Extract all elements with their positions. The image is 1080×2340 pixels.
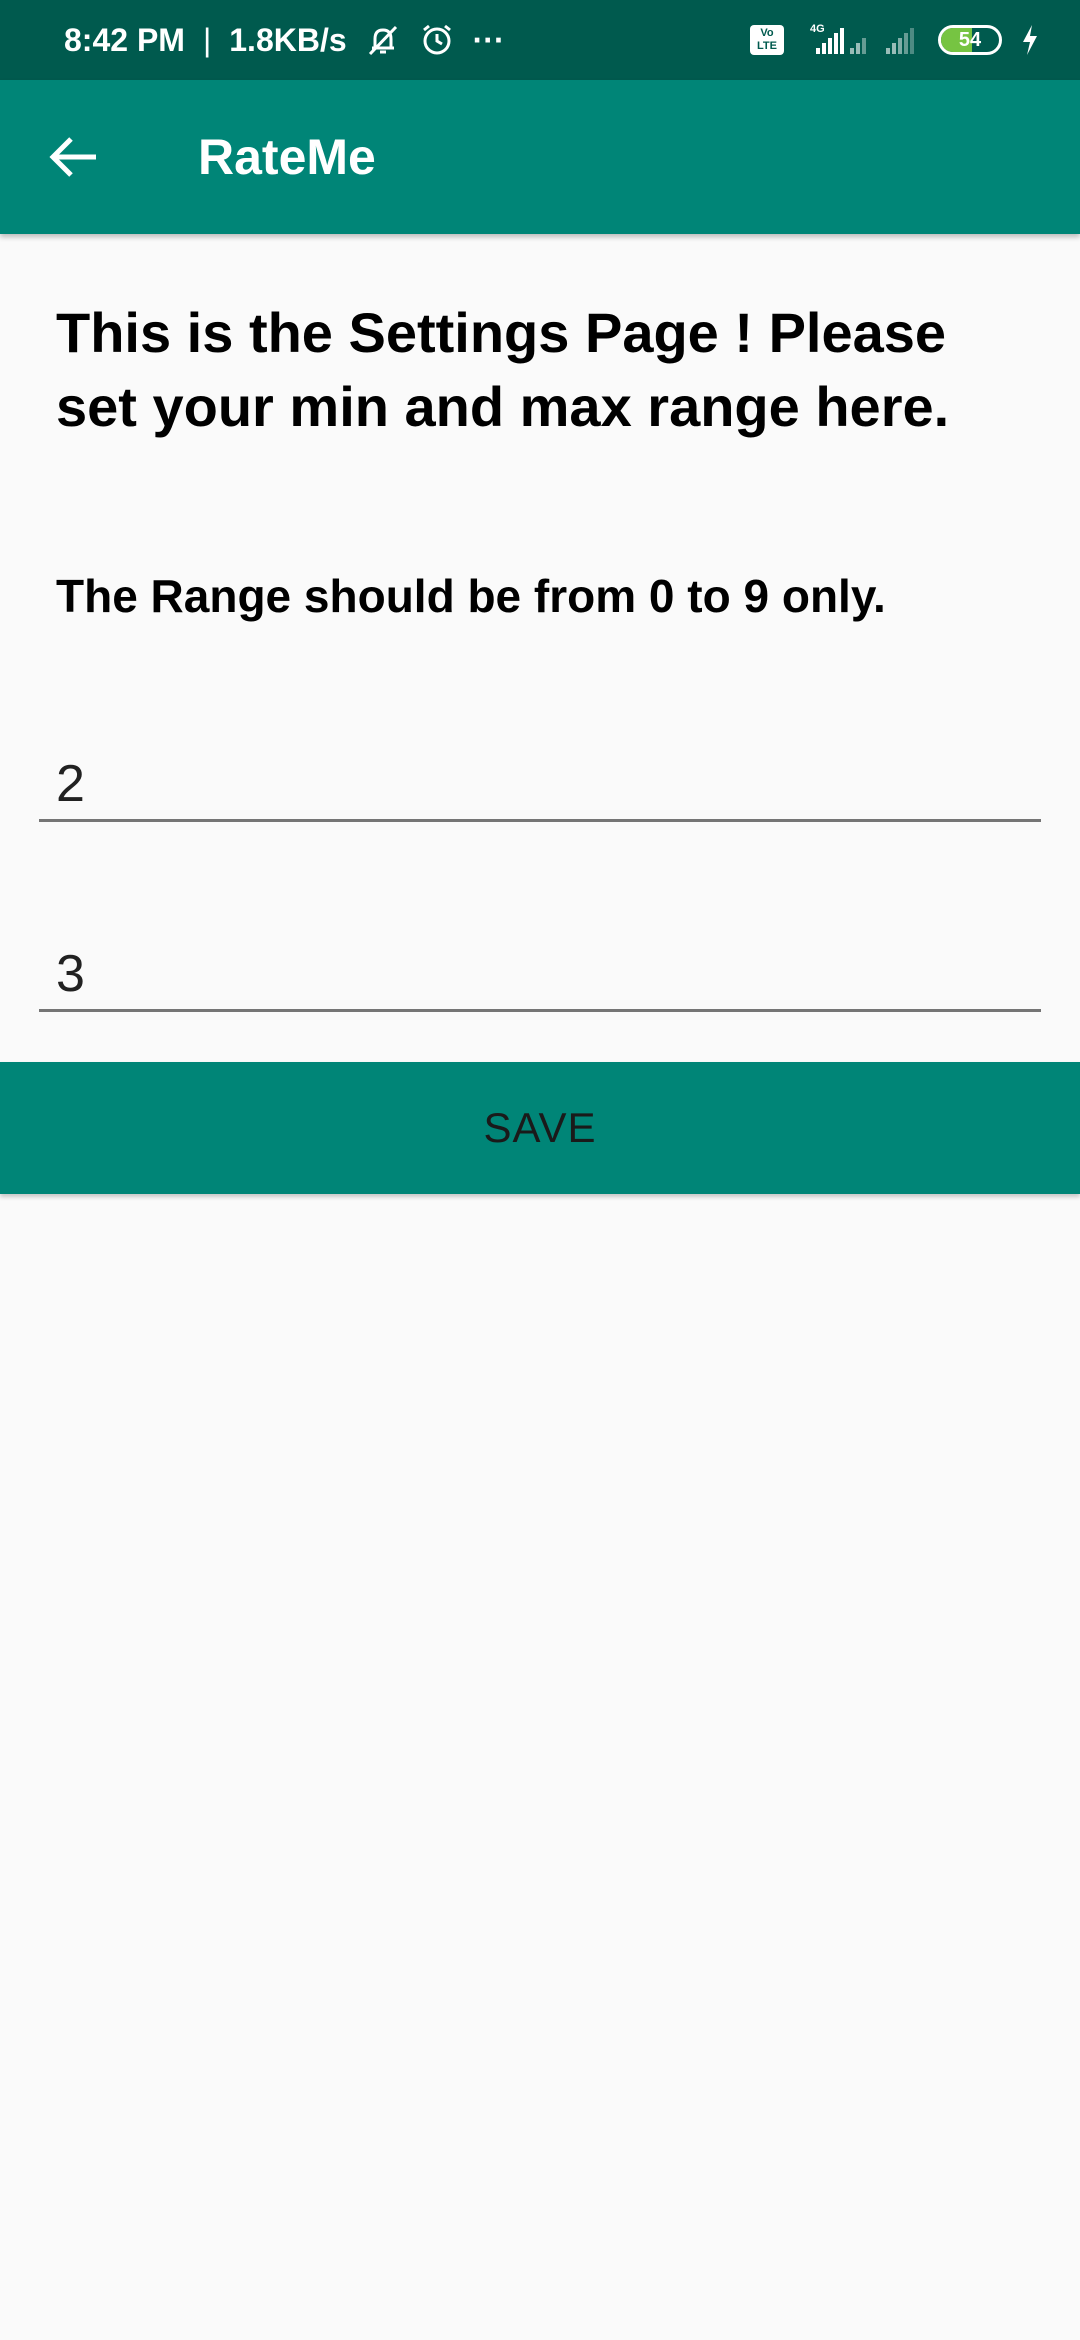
- battery-icon: 54: [938, 25, 1002, 55]
- min-range-input[interactable]: [39, 748, 1041, 822]
- app-bar: RateMe: [0, 80, 1080, 234]
- app-title: RateMe: [198, 129, 376, 185]
- battery-level: 54: [958, 29, 982, 51]
- network-speed: 1.8KB/s: [229, 21, 347, 58]
- mute-bell-icon: [365, 22, 401, 58]
- status-separator: |: [202, 21, 212, 58]
- charging-icon: [1020, 23, 1040, 57]
- arrow-left-icon[interactable]: [42, 126, 104, 188]
- volte-icon: Vo LTE: [750, 25, 784, 55]
- alarm-clock-icon: [419, 22, 455, 58]
- save-button[interactable]: SAVE: [0, 1062, 1080, 1194]
- status-right: Vo LTE 4G 54: [750, 0, 1040, 80]
- status-bar: 8:42 PM | 1.8KB/s ··· Vo LTE 4G 54: [0, 0, 1080, 80]
- network-type-label: 4G: [810, 23, 825, 35]
- signal-weak-icon: [884, 22, 920, 58]
- range-instruction: The Range should be from 0 to 9 only.: [56, 570, 886, 622]
- page-heading: This is the Settings Page ! Please set y…: [56, 301, 950, 438]
- volte-line2: LTE: [757, 40, 777, 52]
- more-notifications-icon: ···: [472, 21, 505, 58]
- status-time: 8:42 PM: [64, 21, 185, 58]
- max-range-input[interactable]: [39, 938, 1041, 1012]
- status-left: 8:42 PM | 1.8KB/s ···: [64, 0, 505, 80]
- volte-line1: Vo: [760, 27, 774, 39]
- signal-icon: 4G: [802, 22, 866, 58]
